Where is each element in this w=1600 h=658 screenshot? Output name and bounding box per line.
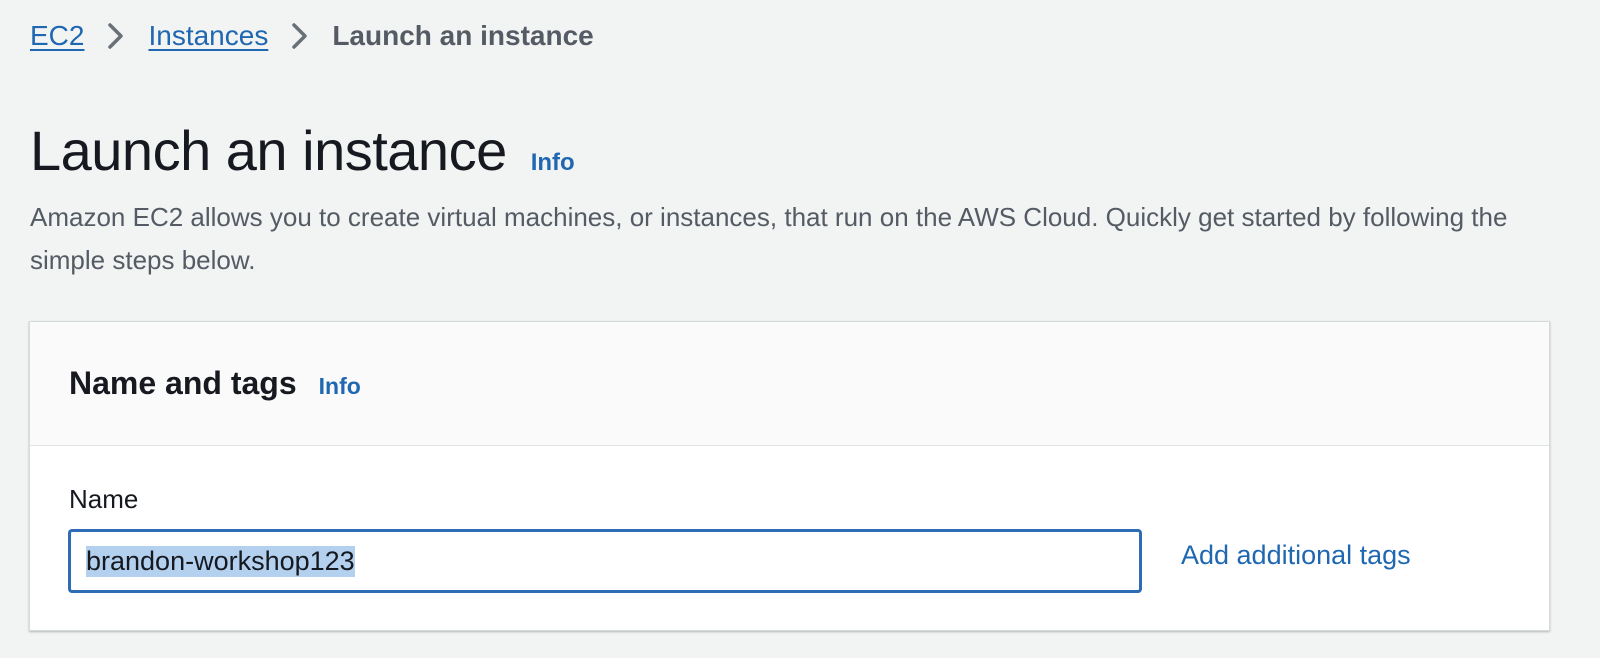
name-input-value: brandon-workshop123 bbox=[86, 545, 355, 577]
chevron-right-icon bbox=[268, 16, 332, 56]
breadcrumb-current: Launch an instance bbox=[332, 20, 594, 51]
panel-title: Name and tags bbox=[69, 365, 297, 401]
page-header: Launch an instance Info bbox=[30, 118, 575, 183]
panel-header: Name and tags Info bbox=[30, 322, 1549, 446]
panel-info-link[interactable]: Info bbox=[319, 373, 361, 400]
name-field-label: Name bbox=[69, 484, 139, 514]
name-and-tags-panel: Name and tags Info Name brandon-workshop… bbox=[29, 321, 1550, 631]
add-additional-tags-link[interactable]: Add additional tags bbox=[1181, 540, 1411, 571]
chevron-right-icon bbox=[84, 16, 148, 56]
page-description: Amazon EC2 allows you to create virtual … bbox=[30, 202, 1508, 275]
name-input[interactable]: brandon-workshop123 bbox=[68, 529, 1142, 593]
breadcrumb-link-instances[interactable]: Instances bbox=[148, 20, 268, 52]
breadcrumb: EC2 Instances Launch an instance bbox=[30, 16, 594, 56]
page-title: Launch an instance bbox=[30, 119, 507, 182]
page-info-link[interactable]: Info bbox=[531, 149, 575, 177]
breadcrumb-link-ec2[interactable]: EC2 bbox=[30, 20, 84, 52]
